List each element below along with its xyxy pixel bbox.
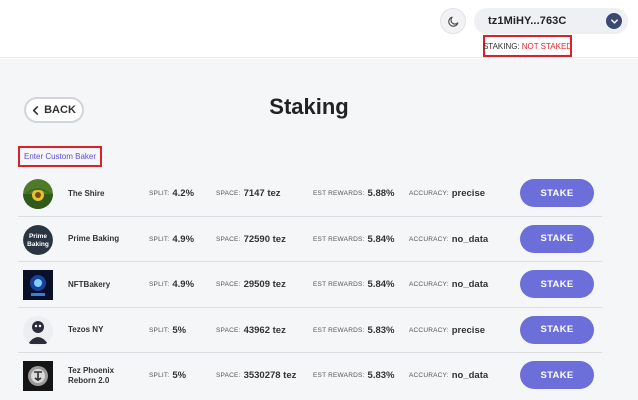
stake-button[interactable]: STAKE — [520, 179, 594, 207]
enter-custom-baker-link[interactable]: Enter Custom Baker — [18, 146, 102, 167]
main-content: BACK Staking Enter Custom Baker The Shir… — [0, 59, 638, 400]
accuracy-stat: ACCURACY: precise — [409, 188, 486, 199]
space-stat: SPACE: 43962 tez — [216, 324, 286, 336]
rewards-stat: EST REWARDS: 5.83% — [313, 370, 395, 381]
baker-name: Prime Baking — [68, 234, 120, 243]
rewards-stat: EST REWARDS: 5.83% — [313, 324, 395, 336]
accuracy-stat: ACCURACY: precise — [409, 324, 486, 336]
the-shire-logo — [23, 179, 53, 209]
accuracy-stat: ACCURACY: no_data — [409, 279, 489, 290]
space-stat: SPACE: 7147 tez — [216, 188, 281, 199]
stake-button[interactable]: STAKE — [520, 224, 594, 253]
nftbakery-logo — [23, 270, 53, 300]
svg-text:Prime: Prime — [29, 233, 47, 240]
prime-baking-logo: Prime Baking — [23, 224, 53, 255]
rewards-stat: EST REWARDS: 5.84% — [313, 233, 395, 245]
baker-row: Tezos NY SPLIT: 5% SPACE: 43962 tez EST RE… — [18, 308, 602, 353]
baker-name: Tezos NY — [68, 325, 104, 334]
stake-button[interactable]: STAKE — [520, 270, 594, 298]
staking-status-badge: STAKING: NOT STAKED — [483, 35, 572, 57]
stake-button[interactable]: STAKE — [520, 361, 594, 389]
tezos-ny-logo — [23, 315, 53, 346]
rewards-stat: EST REWARDS: 5.88% — [313, 188, 395, 199]
baker-row: The Shire SPLIT: 4.2% SPACE: 7147 tez EST … — [18, 171, 602, 217]
split-stat: SPLIT: 4.9% — [149, 279, 195, 290]
rewards-stat: EST REWARDS: 5.84% — [313, 279, 395, 290]
split-stat: SPLIT: 4.9% — [149, 233, 195, 245]
stake-button[interactable]: STAKE — [520, 315, 594, 344]
split-stat: SPLIT: 4.2% — [149, 188, 195, 199]
staking-status-value: NOT STAKED — [521, 41, 573, 51]
baker-list: The Shire SPLIT: 4.2% SPACE: 7147 tez EST … — [18, 171, 602, 399]
chevron-down-icon[interactable] — [606, 13, 622, 29]
page-title: Staking — [269, 94, 349, 119]
baker-name: The Shire — [68, 188, 105, 198]
baker-name: Tez Phoenix Reborn 2.0 — [68, 365, 115, 385]
baker-row: Tez Phoenix Reborn 2.0 SPLIT: 5% SPACE: 35… — [18, 353, 602, 399]
wallet-address: tz1MiHY...763C — [488, 15, 567, 27]
accuracy-stat: ACCURACY: no_data — [409, 370, 489, 381]
split-stat: SPLIT: 5% — [149, 324, 187, 336]
top-bar: tz1MiHY...763C STAKING: NOT STAKED — [0, 0, 638, 58]
baker-name: NFTBakery — [68, 279, 111, 289]
moon-icon — [447, 16, 458, 27]
theme-toggle-button[interactable] — [440, 8, 466, 34]
space-stat: SPACE: 29509 tez — [216, 279, 286, 290]
accuracy-stat: ACCURACY: no_data — [409, 233, 489, 245]
baker-row: Prime Baking Prime Baking SPLIT: 4.9% SPA… — [18, 217, 602, 262]
split-stat: SPLIT: 5% — [149, 370, 187, 381]
baker-row: NFTBakery SPLIT: 4.9% SPACE: 29509 tez EST… — [18, 262, 602, 308]
space-stat: SPACE: 72590 tez — [216, 233, 286, 245]
wallet-dropdown[interactable]: tz1MiHY...763C — [474, 8, 628, 34]
staking-status-label: STAKING: — [482, 41, 520, 51]
svg-text:Baking: Baking — [27, 241, 49, 248]
space-stat: SPACE: 3530278 tez — [216, 370, 297, 381]
tez-phoenix-logo — [23, 361, 53, 391]
